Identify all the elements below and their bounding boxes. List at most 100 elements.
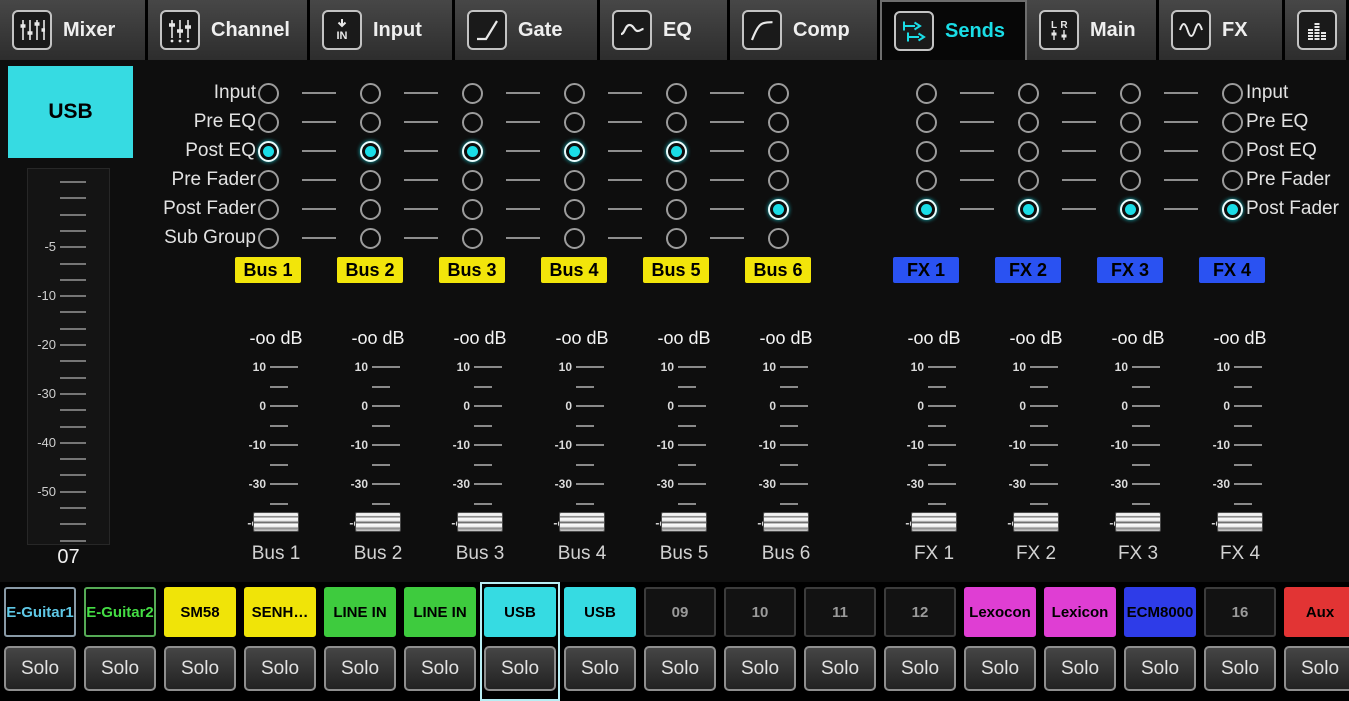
radio-bus-1-post-fader[interactable] [257, 198, 279, 220]
solo-button-6[interactable]: Solo [404, 646, 476, 691]
radio-bus-2-post-fader[interactable] [359, 198, 381, 220]
channel-button-usb-7[interactable]: USB [484, 587, 556, 637]
tab-gate[interactable]: Gate [455, 0, 600, 60]
tab-comp[interactable]: Comp [730, 0, 880, 60]
radio-bus-1-input[interactable] [257, 82, 279, 104]
radio-fx-1-pre-eq[interactable] [915, 111, 937, 133]
send-fader-fx-4[interactable] [1217, 512, 1263, 532]
radio-fx-4-pre-fader[interactable] [1221, 169, 1243, 191]
solo-button-9[interactable]: Solo [644, 646, 716, 691]
channel-button-ecm8000-15[interactable]: ECM8000 [1124, 587, 1196, 637]
solo-button-4[interactable]: Solo [244, 646, 316, 691]
radio-bus-5-post-eq[interactable] [665, 140, 687, 162]
radio-fx-1-input[interactable] [915, 82, 937, 104]
channel-button-lexicon-14[interactable]: Lexicon [1044, 587, 1116, 637]
radio-fx-2-post-eq[interactable] [1017, 140, 1039, 162]
radio-bus-2-pre-fader[interactable] [359, 169, 381, 191]
send-fader-bus-5[interactable] [661, 512, 707, 532]
channel-button-11-11[interactable]: 11 [804, 587, 876, 637]
channel-button-aux-17[interactable]: Aux [1284, 587, 1349, 637]
radio-bus-6-post-eq[interactable] [767, 140, 789, 162]
radio-fx-2-pre-eq[interactable] [1017, 111, 1039, 133]
send-fader-fx-3[interactable] [1115, 512, 1161, 532]
radio-fx-3-post-fader[interactable] [1119, 198, 1141, 220]
radio-bus-3-input[interactable] [461, 82, 483, 104]
radio-fx-3-pre-fader[interactable] [1119, 169, 1141, 191]
solo-button-3[interactable]: Solo [164, 646, 236, 691]
send-fader-fx-2[interactable] [1013, 512, 1059, 532]
radio-fx-3-post-eq[interactable] [1119, 140, 1141, 162]
solo-button-7[interactable]: Solo [484, 646, 556, 691]
radio-fx-4-post-fader[interactable] [1221, 198, 1243, 220]
radio-bus-5-sub-group[interactable] [665, 227, 687, 249]
radio-bus-1-sub-group[interactable] [257, 227, 279, 249]
radio-bus-3-post-fader[interactable] [461, 198, 483, 220]
radio-fx-4-post-eq[interactable] [1221, 140, 1243, 162]
solo-button-5[interactable]: Solo [324, 646, 396, 691]
radio-bus-6-post-fader[interactable] [767, 198, 789, 220]
channel-button-12-12[interactable]: 12 [884, 587, 956, 637]
solo-button-17[interactable]: Solo [1284, 646, 1349, 691]
radio-bus-4-pre-eq[interactable] [563, 111, 585, 133]
send-fader-bus-3[interactable] [457, 512, 503, 532]
solo-button-12[interactable]: Solo [884, 646, 956, 691]
radio-bus-2-input[interactable] [359, 82, 381, 104]
solo-button-13[interactable]: Solo [964, 646, 1036, 691]
radio-fx-2-post-fader[interactable] [1017, 198, 1039, 220]
channel-button-line-in-6[interactable]: LINE IN [404, 587, 476, 637]
radio-fx-1-post-fader[interactable] [915, 198, 937, 220]
tab-channel[interactable]: Channel [148, 0, 310, 60]
tab-main[interactable]: L R Main [1027, 0, 1159, 60]
tab-eq[interactable]: EQ [600, 0, 730, 60]
radio-fx-3-pre-eq[interactable] [1119, 111, 1141, 133]
send-fader-bus-6[interactable] [763, 512, 809, 532]
radio-fx-1-pre-fader[interactable] [915, 169, 937, 191]
radio-bus-4-input[interactable] [563, 82, 585, 104]
radio-bus-1-pre-fader[interactable] [257, 169, 279, 191]
channel-button-e-guitar2-2[interactable]: E-Guitar2 [84, 587, 156, 637]
radio-bus-1-post-eq[interactable] [257, 140, 279, 162]
solo-button-14[interactable]: Solo [1044, 646, 1116, 691]
radio-fx-2-input[interactable] [1017, 82, 1039, 104]
channel-button-16-16[interactable]: 16 [1204, 587, 1276, 637]
radio-bus-6-pre-eq[interactable] [767, 111, 789, 133]
channel-button-lexocon-13[interactable]: Lexocon [964, 587, 1036, 637]
radio-bus-6-sub-group[interactable] [767, 227, 789, 249]
radio-fx-2-pre-fader[interactable] [1017, 169, 1039, 191]
channel-button-10-10[interactable]: 10 [724, 587, 796, 637]
radio-bus-5-pre-fader[interactable] [665, 169, 687, 191]
solo-button-8[interactable]: Solo [564, 646, 636, 691]
channel-button-usb-8[interactable]: USB [564, 587, 636, 637]
channel-button-sm58-3[interactable]: SM58 [164, 587, 236, 637]
tab-fx[interactable]: FX [1159, 0, 1285, 60]
radio-bus-6-input[interactable] [767, 82, 789, 104]
radio-bus-6-pre-fader[interactable] [767, 169, 789, 191]
radio-bus-2-post-eq[interactable] [359, 140, 381, 162]
tab-meters[interactable] [1285, 0, 1349, 60]
channel-button-09-9[interactable]: 09 [644, 587, 716, 637]
send-fader-fx-1[interactable] [911, 512, 957, 532]
radio-bus-4-post-fader[interactable] [563, 198, 585, 220]
channel-button-line-in-5[interactable]: LINE IN [324, 587, 396, 637]
tab-input[interactable]: IN Input [310, 0, 455, 60]
radio-bus-5-input[interactable] [665, 82, 687, 104]
channel-button-e-guitar1-1[interactable]: E-Guitar1 [4, 587, 76, 637]
radio-fx-1-post-eq[interactable] [915, 140, 937, 162]
radio-bus-5-pre-eq[interactable] [665, 111, 687, 133]
solo-button-15[interactable]: Solo [1124, 646, 1196, 691]
radio-bus-3-sub-group[interactable] [461, 227, 483, 249]
send-fader-bus-2[interactable] [355, 512, 401, 532]
send-fader-bus-4[interactable] [559, 512, 605, 532]
radio-bus-2-sub-group[interactable] [359, 227, 381, 249]
radio-fx-3-input[interactable] [1119, 82, 1141, 104]
radio-bus-4-pre-fader[interactable] [563, 169, 585, 191]
radio-bus-3-pre-fader[interactable] [461, 169, 483, 191]
solo-button-1[interactable]: Solo [4, 646, 76, 691]
tab-mixer[interactable]: Mixer [0, 0, 148, 60]
radio-bus-4-post-eq[interactable] [563, 140, 585, 162]
radio-bus-5-post-fader[interactable] [665, 198, 687, 220]
radio-bus-3-pre-eq[interactable] [461, 111, 483, 133]
radio-bus-1-pre-eq[interactable] [257, 111, 279, 133]
tab-sends[interactable]: Sends [880, 0, 1027, 60]
radio-bus-2-pre-eq[interactable] [359, 111, 381, 133]
